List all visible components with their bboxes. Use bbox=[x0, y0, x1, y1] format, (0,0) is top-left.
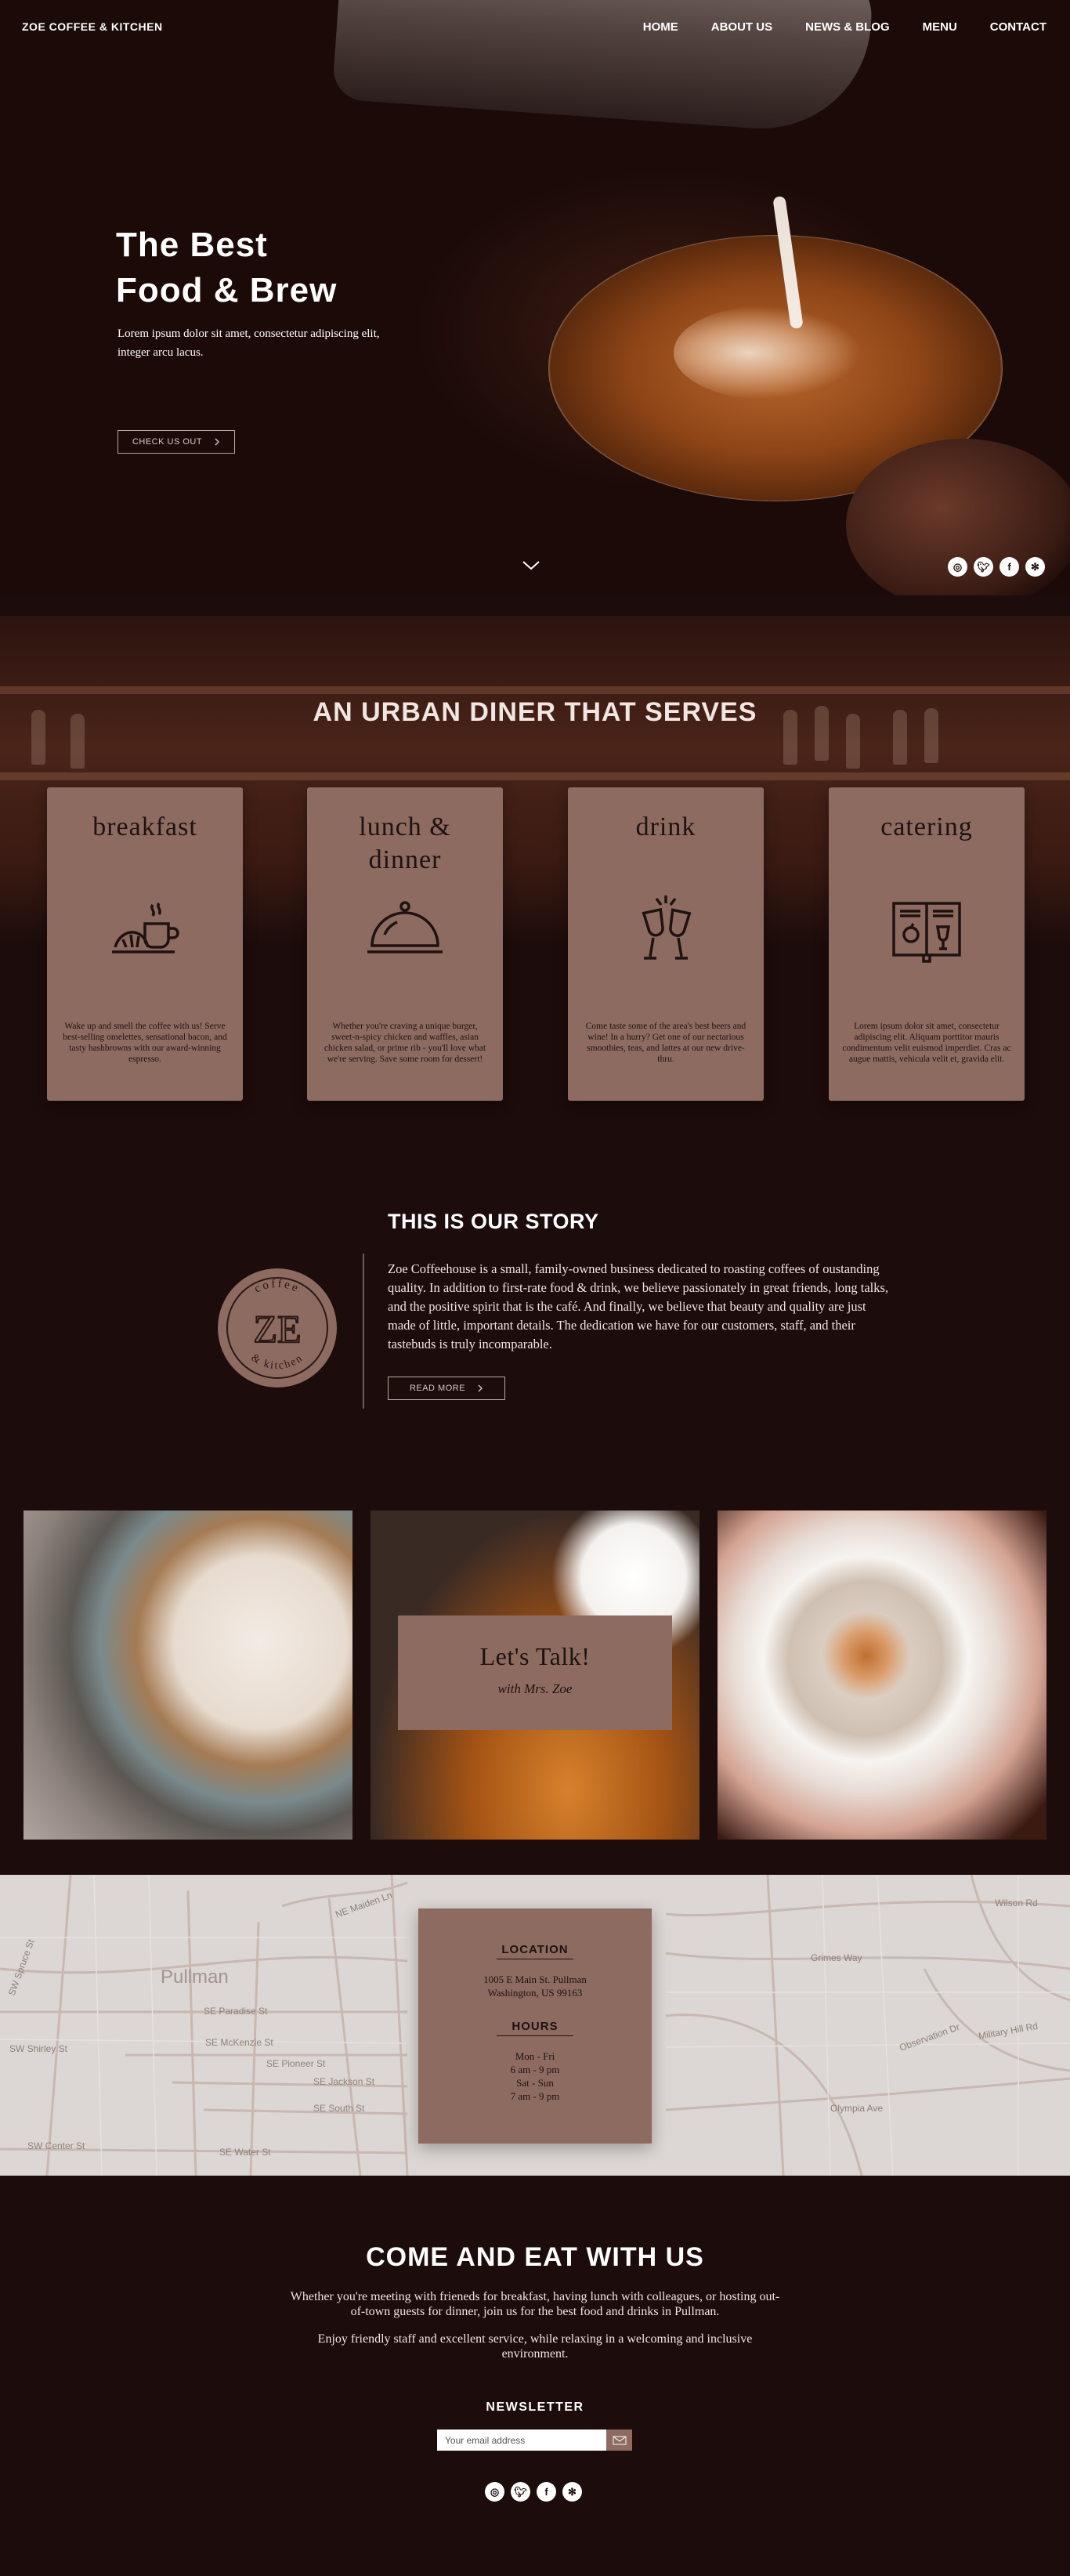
location-hours-card: LOCATION 1005 E Main St. Pullman Washing… bbox=[418, 1908, 652, 2144]
brand-logo-text[interactable]: ZOE COFFEE & KITCHEN bbox=[22, 20, 163, 33]
shelf-decoration bbox=[0, 772, 1070, 780]
hours-line: 6 am - 9 pm bbox=[510, 2064, 560, 2075]
hero-title: The Best Food & Brew bbox=[116, 223, 337, 313]
nav-about-us[interactable]: ABOUT US bbox=[711, 20, 772, 34]
cloche-icon bbox=[367, 901, 443, 953]
story-heading: THIS IS OUR STORY bbox=[388, 1210, 599, 1233]
chevron-right-icon bbox=[478, 1384, 483, 1392]
lets-talk-title: Let's Talk! bbox=[479, 1642, 591, 1670]
instagram-icon[interactable]: ◎ bbox=[948, 557, 967, 577]
newsletter-heading: NEWSLETTER bbox=[486, 2401, 584, 2414]
facebook-icon[interactable]: f bbox=[537, 2482, 556, 2502]
card-title: drink bbox=[635, 812, 696, 841]
map-label: SE Paradise St bbox=[204, 2006, 268, 2017]
instagram-icon[interactable]: ◎ bbox=[485, 2482, 504, 2502]
lets-talk-subtitle: with Mrs. Zoe bbox=[497, 1681, 573, 1696]
card-description: Whether you're craving a unique burger, … bbox=[324, 1022, 486, 1064]
latte-art-image bbox=[674, 306, 862, 400]
yelp-icon[interactable]: ✻ bbox=[1025, 557, 1045, 577]
card-catering[interactable]: catering Lorem ipsum dolor sit amet, con… bbox=[829, 787, 1025, 1101]
hours-line: 7 am - 9 pm bbox=[510, 2090, 560, 2102]
menu-book-icon bbox=[892, 902, 961, 963]
check-us-out-label: CHECK US OUT bbox=[132, 437, 203, 447]
address-line2: Washington, US 99163 bbox=[487, 1987, 583, 1999]
card-description: Come taste some of the area's best beers… bbox=[585, 1022, 746, 1064]
hours-line: Mon - Fri bbox=[515, 2050, 555, 2062]
map-label: SE South St bbox=[313, 2103, 365, 2114]
nav-menu[interactable]: MENU bbox=[923, 20, 957, 34]
hours-heading: HOURS bbox=[512, 2020, 558, 2033]
map-label: SE Jackson St bbox=[313, 2076, 375, 2087]
footer-paragraph-1: Whether you're meeting with frieneds for… bbox=[290, 2290, 780, 2318]
nav-contact[interactable]: CONTACT bbox=[990, 20, 1047, 34]
card-description: Lorem ipsum dolor sit amet, consectetur … bbox=[842, 1022, 1011, 1064]
card-drink[interactable]: drink Come taste some of the area's best… bbox=[568, 787, 764, 1101]
hours-underline bbox=[497, 2035, 573, 2036]
map-label: Grimes Way bbox=[811, 1952, 862, 1963]
map-label: SW Spruce St bbox=[6, 1937, 37, 1997]
pecan-pie-photo bbox=[23, 1511, 352, 1840]
map-label: SW Center St bbox=[27, 2140, 85, 2151]
twitter-icon[interactable]: 🐦︎ bbox=[974, 557, 993, 577]
story-paragraph: Zoe Coffeehouse is a small, family-owned… bbox=[388, 1261, 889, 1351]
map-label: Olympia Ave bbox=[830, 2103, 883, 2114]
card-title: catering bbox=[880, 812, 973, 841]
top-navigation: ZOE COFFEE & KITCHEN HOME ABOUT US NEWS … bbox=[0, 0, 1070, 55]
chevron-right-icon bbox=[215, 438, 220, 446]
footer-paragraph-2: Enjoy friendly staff and excellent servi… bbox=[317, 2332, 753, 2361]
hero-social-links: ◎ 🐦︎ f ✻ bbox=[948, 557, 1045, 577]
lets-talk-card[interactable]: Let's Talk! with Mrs. Zoe bbox=[398, 1615, 672, 1730]
location-heading: LOCATION bbox=[501, 1943, 569, 1956]
map-label: SE Water St bbox=[219, 2147, 271, 2158]
twitter-icon[interactable]: 🐦︎ bbox=[511, 2482, 530, 2502]
map-label: SE Pioneer St bbox=[266, 2058, 326, 2069]
nav-news-blog[interactable]: NEWS & BLOG bbox=[805, 20, 890, 34]
yelp-icon[interactable]: ✻ bbox=[562, 2482, 582, 2502]
hero-section: The Best Food & Brew Lorem ipsum dolor s… bbox=[0, 0, 1070, 595]
newsletter-submit-button[interactable] bbox=[606, 2429, 632, 2451]
card-title: lunch & dinner bbox=[359, 812, 451, 874]
map-label: Wilson Rd bbox=[995, 1898, 1038, 1908]
seal-mark-text: ZE bbox=[253, 1307, 301, 1351]
read-more-button[interactable]: READ MORE bbox=[388, 1377, 505, 1400]
breakfast-icon bbox=[112, 902, 179, 953]
card-breakfast[interactable]: breakfast Wake up and smell the coffee w… bbox=[47, 787, 243, 1101]
scroll-down-chevron-icon[interactable] bbox=[522, 556, 540, 575]
map-label: Pullman bbox=[161, 1966, 229, 1988]
hero-subtitle: Lorem ipsum dolor sit amet, consectetur … bbox=[117, 327, 380, 359]
card-title: breakfast bbox=[92, 812, 197, 841]
story-divider bbox=[363, 1254, 364, 1409]
latte-art-image bbox=[819, 1612, 913, 1699]
newsletter-email-input[interactable] bbox=[437, 2429, 606, 2451]
latte-hands-photo bbox=[718, 1511, 1047, 1840]
read-more-label: READ MORE bbox=[409, 1384, 466, 1393]
card-description: Wake up and smell the coffee with us! Se… bbox=[63, 1022, 227, 1064]
wine-glasses-icon bbox=[642, 895, 692, 960]
map-label: SW Shirley St bbox=[9, 2043, 68, 2054]
footer-social-links: ◎ 🐦︎ f ✻ bbox=[485, 2482, 582, 2502]
hero-title-line1: The Best bbox=[116, 226, 268, 264]
map-label: SE McKenzie St bbox=[205, 2037, 273, 2048]
envelope-icon bbox=[612, 2435, 627, 2445]
hours-line: Sat - Sun bbox=[516, 2077, 554, 2089]
shelf-decoration bbox=[0, 686, 1070, 694]
zoe-seal-logo: coffee & kitchen ZE bbox=[218, 1268, 337, 1387]
nav-home[interactable]: HOME bbox=[643, 20, 678, 34]
serves-heading: AN URBAN DINER THAT SERVES bbox=[313, 697, 757, 727]
map-label: Military Hill Rd bbox=[978, 2021, 1039, 2042]
check-us-out-button[interactable]: CHECK US OUT bbox=[117, 430, 235, 454]
address-line1: 1005 E Main St. Pullman bbox=[483, 1974, 587, 1985]
map-label: Observation Dr bbox=[898, 2021, 961, 2053]
come-eat-heading: COME AND EAT WITH US bbox=[366, 2242, 704, 2272]
hero-title-line2: Food & Brew bbox=[116, 271, 338, 309]
nav-links: HOME ABOUT US NEWS & BLOG MENU CONTACT bbox=[643, 20, 1047, 34]
card-lunch-dinner[interactable]: lunch & dinner Whether you're craving a … bbox=[307, 787, 503, 1101]
facebook-icon[interactable]: f bbox=[1000, 557, 1019, 577]
